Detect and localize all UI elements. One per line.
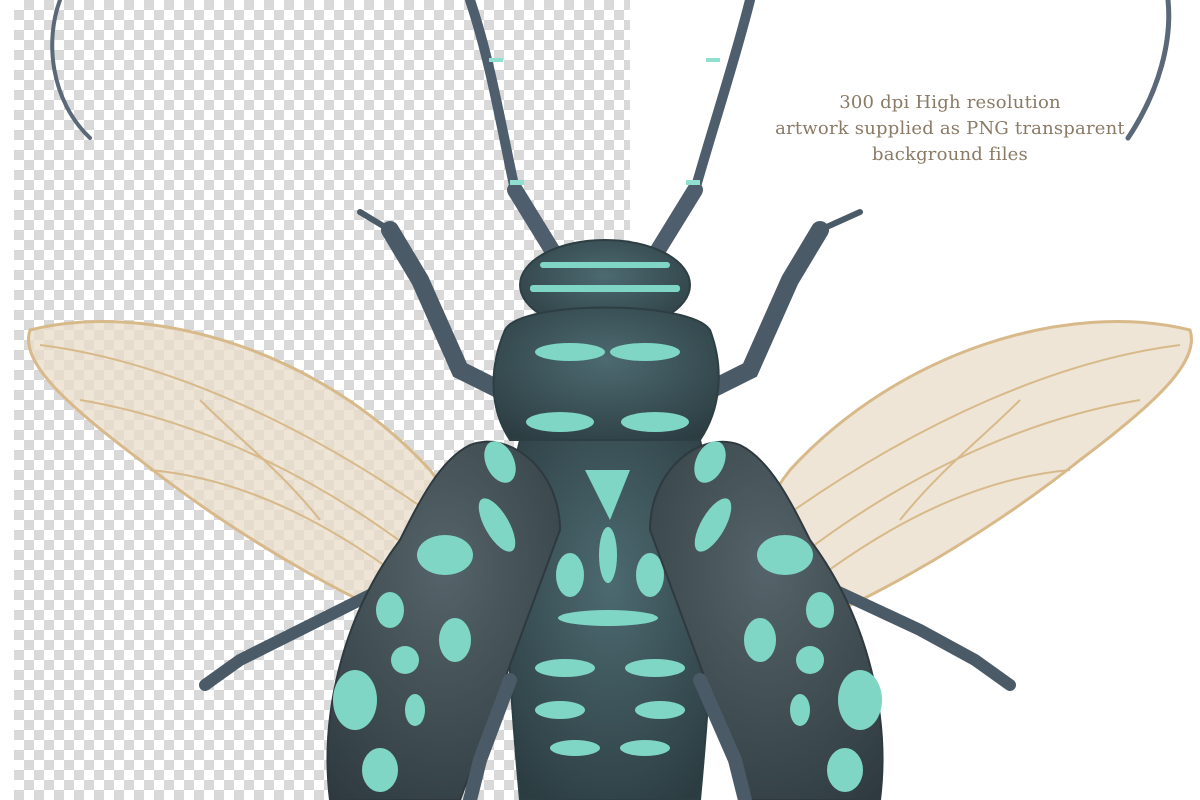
caption-line-2: artwork supplied as PNG transparent <box>775 118 1125 139</box>
front-leg-left <box>357 209 509 399</box>
caption-line-3: background files <box>872 144 1028 165</box>
front-leg-right <box>701 209 863 399</box>
product-preview-canvas: 300 dpi High resolution artwork supplied… <box>0 0 1200 800</box>
caption-line-1: 300 dpi High resolution <box>839 92 1061 113</box>
antenna-joint-marks <box>489 58 720 185</box>
caption-text: 300 dpi High resolution artwork supplied… <box>740 90 1160 168</box>
antenna-right <box>647 0 755 263</box>
antenna-left <box>465 0 563 263</box>
left-edge-antenna <box>50 0 92 140</box>
